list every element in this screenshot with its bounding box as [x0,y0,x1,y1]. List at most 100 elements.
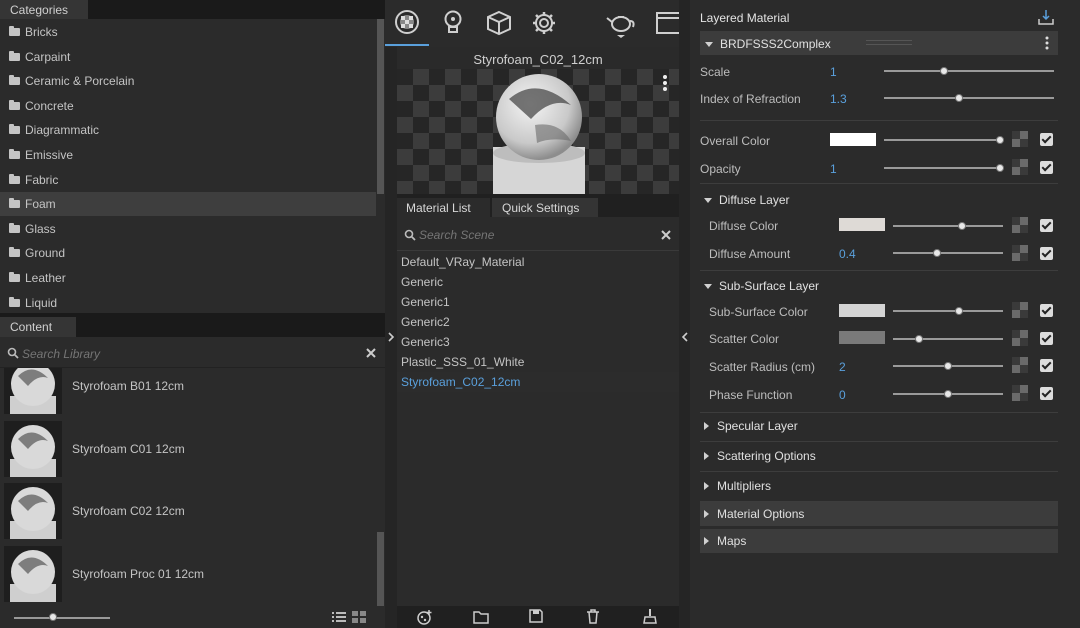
thumb-size-knob[interactable] [49,613,58,621]
scene-material-item[interactable]: Generic [397,272,679,292]
scene-search-bar[interactable] [397,221,679,248]
diffuse-color-swatch[interactable] [839,218,885,231]
opacity-value[interactable]: 1 [830,162,837,176]
category-scrollbar[interactable] [377,19,384,194]
brdf-menu-icon[interactable] [1045,36,1049,50]
settings-tab[interactable] [522,0,566,46]
right-splitter[interactable] [679,0,690,628]
collapsed-section-header[interactable]: Scattering Options [700,443,1058,469]
collapsed-section-header[interactable]: Material Options [700,502,1058,526]
slider-knob[interactable] [915,335,924,343]
tab-quick-settings[interactable]: Quick Settings [492,198,598,217]
scale-value[interactable]: 1 [830,65,837,79]
lights-tab[interactable] [431,0,475,46]
chevron-left-icon[interactable] [681,332,689,342]
category-item[interactable]: Bricks [0,20,376,44]
scene-material-item[interactable]: Generic3 [397,332,679,352]
brdf-header[interactable]: BRDFSSS2Complex [700,31,1058,55]
scatter-color-texture-icon[interactable] [1012,330,1028,346]
library-search-bar[interactable] [0,340,385,367]
save-icon[interactable] [529,609,543,623]
scene-material-item[interactable]: Default_VRay_Material [397,252,679,272]
category-item[interactable]: Foam [0,192,376,217]
phase-function-texture-icon[interactable] [1012,385,1028,401]
category-item[interactable]: Ceramic & Porcelain [0,69,376,93]
drag-handle-icon[interactable] [866,40,912,45]
slider-knob[interactable] [944,390,952,398]
clear-search-icon[interactable] [366,348,376,358]
slider-knob[interactable] [955,307,963,315]
scatter-radius-checkbox[interactable] [1040,359,1053,372]
scatter-radius-texture-icon[interactable] [1012,357,1028,373]
slider-knob[interactable] [958,222,967,230]
scene-material-item[interactable]: Generic2 [397,312,679,332]
opacity-checkbox[interactable] [1040,161,1053,174]
scene-material-item[interactable]: Generic1 [397,292,679,312]
diffuse-color-slider[interactable] [893,225,1003,227]
ior-slider[interactable] [884,97,1054,99]
list-view-icon[interactable] [332,611,346,623]
category-item[interactable]: Emissive [0,143,376,167]
slider-knob[interactable] [954,94,963,102]
overall-color-slider[interactable] [884,139,1000,141]
slider-knob[interactable] [933,249,941,257]
slider-knob[interactable] [996,164,1004,172]
scatter-color-checkbox[interactable] [1040,332,1053,345]
sss-color-swatch[interactable] [839,304,885,317]
overall-color-texture-icon[interactable] [1012,131,1028,147]
scene-material-item[interactable]: Plastic_SSS_01_White [397,352,679,372]
diffuse-amount-texture-icon[interactable] [1012,245,1028,261]
scene-search-input[interactable] [419,227,649,242]
purge-unused-icon[interactable] [643,608,657,624]
diffuse-amount-slider[interactable] [893,252,1003,254]
left-splitter[interactable] [385,0,397,628]
opacity-texture-icon[interactable] [1012,159,1028,175]
sss-color-slider[interactable] [893,310,1003,312]
geometry-tab[interactable] [477,0,521,46]
preview-menu-icon[interactable] [662,74,668,92]
category-item[interactable]: Ground [0,241,376,265]
category-item[interactable]: Glass [0,217,376,241]
opacity-slider[interactable] [884,167,1000,169]
category-item[interactable]: Diagrammatic [0,118,376,142]
diffuse-amount-value[interactable]: 0.4 [839,247,856,261]
diffuse-layer-header[interactable]: Diffuse Layer [704,193,789,207]
render-button[interactable] [599,0,643,46]
category-item[interactable]: Fabric [0,168,376,192]
category-item[interactable]: Concrete [0,94,376,118]
slider-knob[interactable] [944,362,952,370]
scatter-radius-value[interactable]: 2 [839,360,846,374]
thumb-size-slider[interactable] [14,617,110,619]
open-folder-icon[interactable] [473,610,489,624]
add-material-icon[interactable] [417,609,433,625]
diffuse-color-texture-icon[interactable] [1012,217,1028,233]
scatter-color-swatch[interactable] [839,331,885,344]
phase-function-checkbox[interactable] [1040,387,1053,400]
library-item[interactable]: Styrofoam C02 12cm [4,481,374,541]
library-search-input[interactable] [22,346,342,361]
slider-knob[interactable] [939,67,948,75]
materials-tab[interactable] [385,0,429,46]
diffuse-amount-checkbox[interactable] [1040,247,1053,260]
delete-icon[interactable] [586,609,600,624]
chevron-right-icon[interactable] [387,332,395,342]
content-scrollbar[interactable] [377,532,384,606]
overall-color-swatch[interactable] [830,133,876,146]
category-item[interactable]: Leather [0,266,376,290]
category-item[interactable]: Liquid [0,291,376,315]
collapsed-section-header[interactable]: Maps [700,529,1058,553]
scene-material-item[interactable]: Styrofoam_C02_12cm [397,372,679,392]
slider-knob[interactable] [996,136,1004,144]
collapsed-section-header[interactable]: Multipliers [700,473,1058,499]
sss-layer-header[interactable]: Sub-Surface Layer [704,279,819,293]
collapsed-section-header[interactable]: Specular Layer [700,413,1058,439]
tab-material-list[interactable]: Material List [397,198,490,217]
sss-color-texture-icon[interactable] [1012,302,1028,318]
diffuse-color-checkbox[interactable] [1040,219,1053,232]
phase-function-value[interactable]: 0 [839,388,846,402]
clear-scene-search-icon[interactable] [661,230,671,240]
library-item[interactable]: Styrofoam C01 12cm [4,419,374,479]
scale-slider[interactable] [884,70,1054,72]
overall-color-checkbox[interactable] [1040,133,1053,146]
grid-view-icon[interactable] [352,611,366,623]
